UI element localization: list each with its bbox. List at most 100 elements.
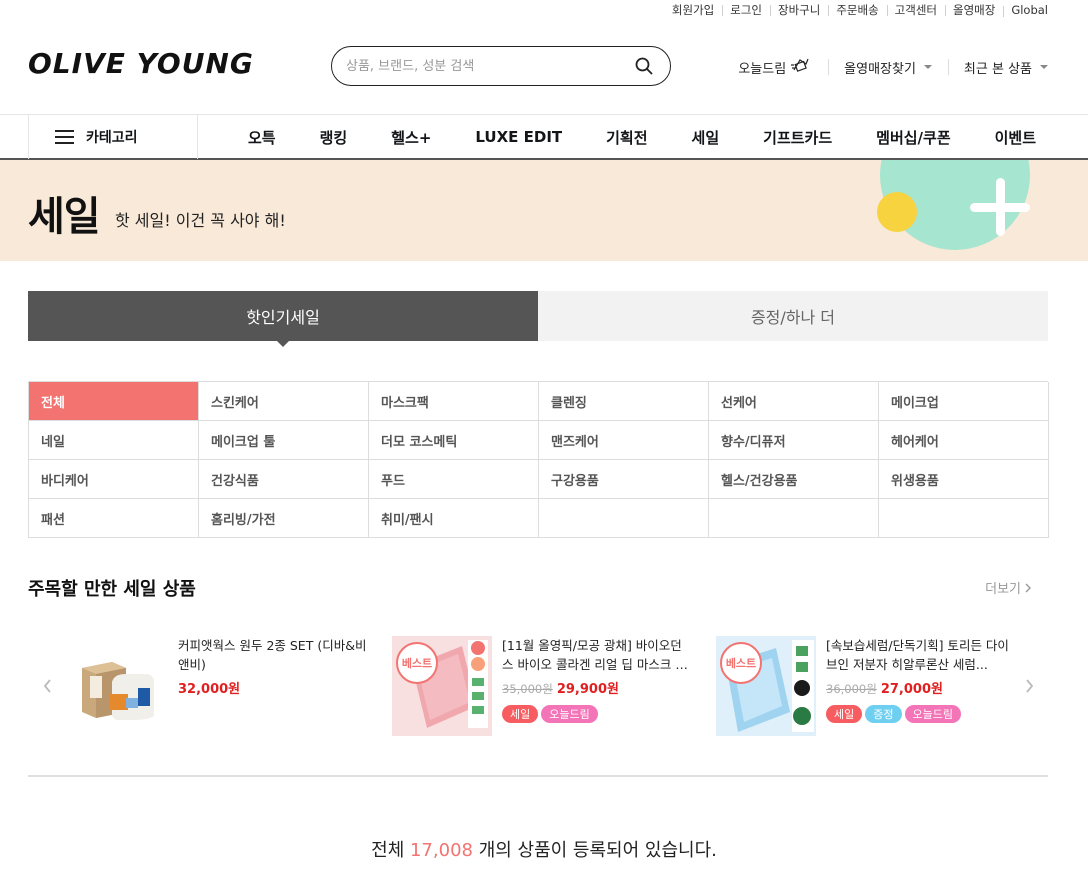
chevron-right-icon <box>1025 583 1031 592</box>
util-login-link[interactable]: 로그인 <box>722 2 770 18</box>
product-image-mask[interactable]: 베스트 <box>392 636 492 736</box>
category-filter-item[interactable]: 전체 <box>29 382 199 421</box>
flag-sale: 세일 <box>502 705 539 723</box>
section-divider <box>28 775 1048 777</box>
site-logo[interactable]: OLIVE YOUNG <box>28 47 254 80</box>
gnb-item-sale[interactable]: 세일 <box>670 127 742 148</box>
sale-banner: 세일 핫 세일! 이건 꼭 사야 해! <box>0 160 1088 261</box>
product-original-price: 35,000원 <box>502 682 553 696</box>
featured-section-title: 주목할 만한 세일 상품 <box>28 579 196 600</box>
search-icon[interactable] <box>632 54 656 78</box>
price-row: 36,000원 27,000원 <box>826 678 1016 697</box>
category-filter-grid: 전체 스킨케어 마스크팩 클렌징 선케어 메이크업 네일 메이크업 툴 더모 코… <box>28 381 1049 538</box>
util-support-link[interactable]: 고객센터 <box>886 2 945 18</box>
total-suffix: 개의 상품이 등록되어 있습니다. <box>472 840 717 861</box>
category-filter-item[interactable]: 선케어 <box>709 382 879 421</box>
tab-gift-one-more[interactable]: 증정/하나 더 <box>538 291 1048 341</box>
gnb-item-exhibition[interactable]: 기획전 <box>584 127 669 148</box>
best-badge: 베스트 <box>720 642 762 684</box>
chevron-down-icon <box>923 65 932 69</box>
util-global-link[interactable]: Global <box>1003 3 1048 17</box>
price-row: 32,000원 <box>178 678 368 697</box>
gnb-item-giftcard[interactable]: 기프트카드 <box>741 127 854 148</box>
carousel-next-button[interactable] <box>1019 676 1039 696</box>
plus-icon <box>996 178 1005 236</box>
util-stores-link[interactable]: 올영매장 <box>944 2 1003 18</box>
today-dream-link[interactable]: 오늘드림 <box>722 56 828 78</box>
recent-products-dropdown[interactable]: 최근 본 상품 <box>947 58 1048 77</box>
page-subtitle: 핫 세일! 이건 꼭 사야 해! <box>115 211 286 230</box>
category-filter-item[interactable]: 네일 <box>29 421 199 460</box>
store-finder-label: 올영매장찾기 <box>844 61 916 77</box>
tab-hot-sale[interactable]: 핫인기세일 <box>28 291 538 347</box>
flag-sale: 세일 <box>826 705 863 723</box>
product-original-price: 36,000원 <box>826 682 877 696</box>
category-filter-item[interactable]: 메이크업 툴 <box>199 421 369 460</box>
more-link[interactable]: 더보기 <box>985 578 1032 597</box>
category-filter-item[interactable]: 마스크팩 <box>369 382 539 421</box>
total-count-text: 전체 17,008 개의 상품이 등록되어 있습니다. <box>0 836 1088 862</box>
util-cart-link[interactable]: 장바구니 <box>770 2 828 18</box>
category-menu-button[interactable]: 카테고리 <box>28 115 198 159</box>
product-price: 29,900원 <box>556 682 619 697</box>
decorative-dot <box>877 192 917 232</box>
category-filter-item[interactable]: 위생용품 <box>879 460 1049 499</box>
page-title: 세일 <box>28 194 101 240</box>
gnb-menu: 오특 랭킹 헬스+ LUXE EDIT 기획전 세일 기프트카드 멤버십/쿠폰 … <box>226 115 1058 159</box>
search-box <box>331 46 671 86</box>
category-filter-item[interactable]: 건강식품 <box>199 460 369 499</box>
price-row: 35,000원 29,900원 <box>502 678 692 697</box>
category-filter-item[interactable]: 메이크업 <box>879 382 1049 421</box>
category-filter-item[interactable]: 맨즈케어 <box>539 421 709 460</box>
category-filter-item[interactable]: 홈리빙/가전 <box>199 499 369 538</box>
product-price: 27,000원 <box>880 682 943 697</box>
util-signup-link[interactable]: 회원가입 <box>664 2 722 18</box>
category-filter-empty <box>879 499 1049 538</box>
product-card[interactable]: 커피앳웍스 원두 2종 SET (디바&비앤비) 32,000원 <box>68 636 368 736</box>
category-filter-item[interactable]: 스킨케어 <box>199 382 369 421</box>
category-filter-item[interactable]: 패션 <box>29 499 199 538</box>
category-filter-item[interactable]: 클렌징 <box>539 382 709 421</box>
category-filter-item[interactable]: 헬스/건강용품 <box>709 460 879 499</box>
gnb-item-luxe-edit[interactable]: LUXE EDIT <box>453 128 584 146</box>
product-image-serum[interactable]: 베스트 <box>716 636 816 736</box>
store-finder-dropdown[interactable]: 올영매장찾기 <box>828 58 948 77</box>
main-navigation: 카테고리 오특 랭킹 헬스+ LUXE EDIT 기획전 세일 기프트카드 멤버… <box>0 114 1088 160</box>
category-filter-item[interactable]: 푸드 <box>369 460 539 499</box>
gnb-item-special[interactable]: 오특 <box>226 127 298 148</box>
category-filter-item[interactable]: 구강용품 <box>539 460 709 499</box>
product-name[interactable]: 커피앳웍스 원두 2종 SET (디바&비앤비) <box>178 636 368 674</box>
flag-today-dream: 오늘드림 <box>904 705 961 723</box>
product-card[interactable]: 베스트 [11월 올영픽/모공 광채] 바이오던스 바이오 콜라겐 리얼 딥 마… <box>392 636 692 736</box>
flag-gift: 증정 <box>865 705 902 723</box>
chevron-left-icon <box>43 679 51 693</box>
category-filter-item[interactable]: 취미/팬시 <box>369 499 539 538</box>
more-label: 더보기 <box>985 582 1021 597</box>
utility-bar: 회원가입 로그인 장바구니 주문배송 고객센터 올영매장 Global <box>664 0 1048 20</box>
category-filter-item[interactable]: 향수/디퓨저 <box>709 421 879 460</box>
product-flags: 세일 오늘드림 <box>502 705 692 723</box>
category-filter-item[interactable]: 더모 코스메틱 <box>369 421 539 460</box>
product-name[interactable]: [속보습세럼/단독기획] 토리든 다이브인 저분자 히알루론산 세럼... <box>826 636 1016 674</box>
search-input[interactable] <box>346 58 632 74</box>
product-info: [속보습세럼/단독기획] 토리든 다이브인 저분자 히알루론산 세럼... 36… <box>816 636 1016 736</box>
gnb-item-event[interactable]: 이벤트 <box>973 127 1058 148</box>
category-filter-item[interactable]: 헤어케어 <box>879 421 1049 460</box>
recent-products-label: 최근 본 상품 <box>963 61 1032 77</box>
best-badge: 베스트 <box>396 642 438 684</box>
util-orders-link[interactable]: 주문배송 <box>828 2 886 18</box>
today-dream-label: 오늘드림 <box>738 61 787 77</box>
product-image-coffee[interactable] <box>68 636 168 736</box>
carousel-prev-button[interactable] <box>37 676 57 696</box>
gnb-item-membership[interactable]: 멤버십/쿠폰 <box>854 127 972 148</box>
delivery-icon <box>790 56 812 78</box>
category-filter-item[interactable]: 바디케어 <box>29 460 199 499</box>
category-filter-empty <box>539 499 709 538</box>
product-card[interactable]: 베스트 [속보습세럼/단독기획] 토리든 다이브인 저분자 히알루론산 세럼..… <box>716 636 1016 736</box>
gnb-item-ranking[interactable]: 랭킹 <box>298 127 370 148</box>
total-count: 17,008 <box>409 840 473 861</box>
product-name[interactable]: [11월 올영픽/모공 광채] 바이오던스 바이오 콜라겐 리얼 딥 마스크 7… <box>502 636 692 674</box>
header-links: 오늘드림 올영매장찾기 최근 본 상품 <box>722 56 1048 78</box>
gnb-item-health[interactable]: 헬스+ <box>369 127 453 148</box>
hamburger-icon <box>55 130 74 144</box>
